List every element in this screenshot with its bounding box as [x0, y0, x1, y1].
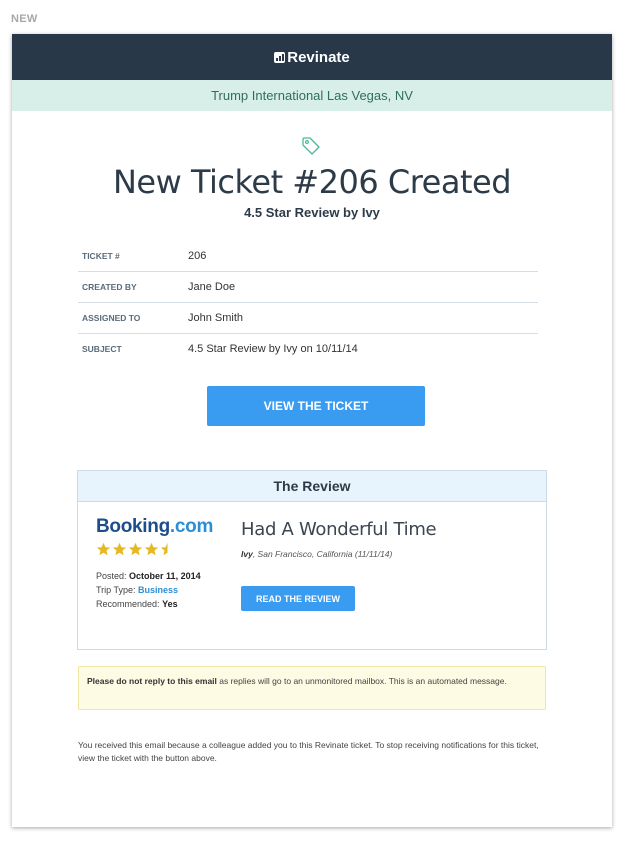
trip-type-value: Business [138, 585, 179, 595]
author-name: Ivy [241, 549, 253, 559]
posted-date: October 11, 2014 [129, 571, 201, 581]
recommended-value: Yes [162, 599, 178, 609]
review-title: Had A Wonderful Time [241, 519, 437, 540]
trip-type-line: Trip Type: Business [96, 585, 179, 595]
hotel-bar: Trump International Las Vegas, NV [12, 80, 612, 111]
star-icon [112, 542, 127, 556]
view-ticket-button[interactable]: VIEW THE TICKET [207, 386, 425, 426]
detail-row-created-by: Created By Jane Doe [78, 272, 538, 303]
detail-row-ticket: Ticket # 206 [78, 241, 538, 272]
corner-label: NEW [11, 13, 38, 25]
detail-key: Assigned To [82, 313, 141, 323]
tag-icon [301, 136, 321, 161]
notice-text: as replies will go to an unmonitored mai… [216, 676, 507, 686]
read-review-button[interactable]: READ THE REVIEW [241, 586, 355, 611]
detail-key: Created By [82, 282, 137, 292]
review-author: Ivy, San Francisco, California (11/11/14… [241, 549, 392, 559]
page-title: New Ticket #206 Created [112, 163, 512, 201]
brand-logo: Revinate [274, 49, 350, 66]
review-panel-title: The Review [78, 471, 546, 502]
notice-bold: Please do not reply to this email [87, 676, 217, 686]
detail-key: Ticket # [82, 251, 120, 261]
detail-value: Jane Doe [188, 281, 236, 293]
ticket-details: Ticket # 206 Created By Jane Doe Assigne… [78, 241, 538, 364]
rating-stars [96, 542, 175, 557]
hotel-name: Trump International Las Vegas, NV [211, 88, 413, 103]
author-details: , San Francisco, California (11/11/14) [252, 549, 393, 559]
email-header: Revinate [12, 34, 612, 80]
brand-name: Revinate [287, 48, 350, 66]
footer-text: You received this email because a collea… [78, 740, 539, 763]
detail-row-assigned-to: Assigned To John Smith [78, 303, 538, 334]
star-icon [96, 542, 111, 556]
email-card: Revinate Trump International Las Vegas, … [12, 34, 612, 827]
page-subtitle: 4.5 Star Review by Ivy [244, 205, 380, 220]
review-panel: The Review Booking.com Posted: October 1… [77, 470, 547, 650]
star-icon [144, 542, 159, 556]
star-icon [128, 542, 143, 556]
detail-key: Subject [82, 344, 122, 354]
no-reply-notice: Please do not reply to this email as rep… [78, 666, 546, 710]
detail-row-subject: Subject 4.5 Star Review by Ivy on 10/11/… [78, 334, 538, 364]
review-meta: Posted: October 11, 2014 Trip Type: Busi… [96, 569, 201, 611]
posted-line: Posted: October 11, 2014 [96, 571, 201, 581]
detail-value: John Smith [188, 312, 244, 324]
revinate-logo-icon [274, 51, 286, 63]
recommended-line: Recommended: Yes [96, 599, 178, 609]
booking-com-logo: Booking.com [96, 516, 214, 537]
half-star-icon [160, 542, 168, 556]
detail-value: 4.5 Star Review by Ivy on 10/11/14 [188, 343, 358, 355]
detail-value: 206 [188, 250, 207, 262]
